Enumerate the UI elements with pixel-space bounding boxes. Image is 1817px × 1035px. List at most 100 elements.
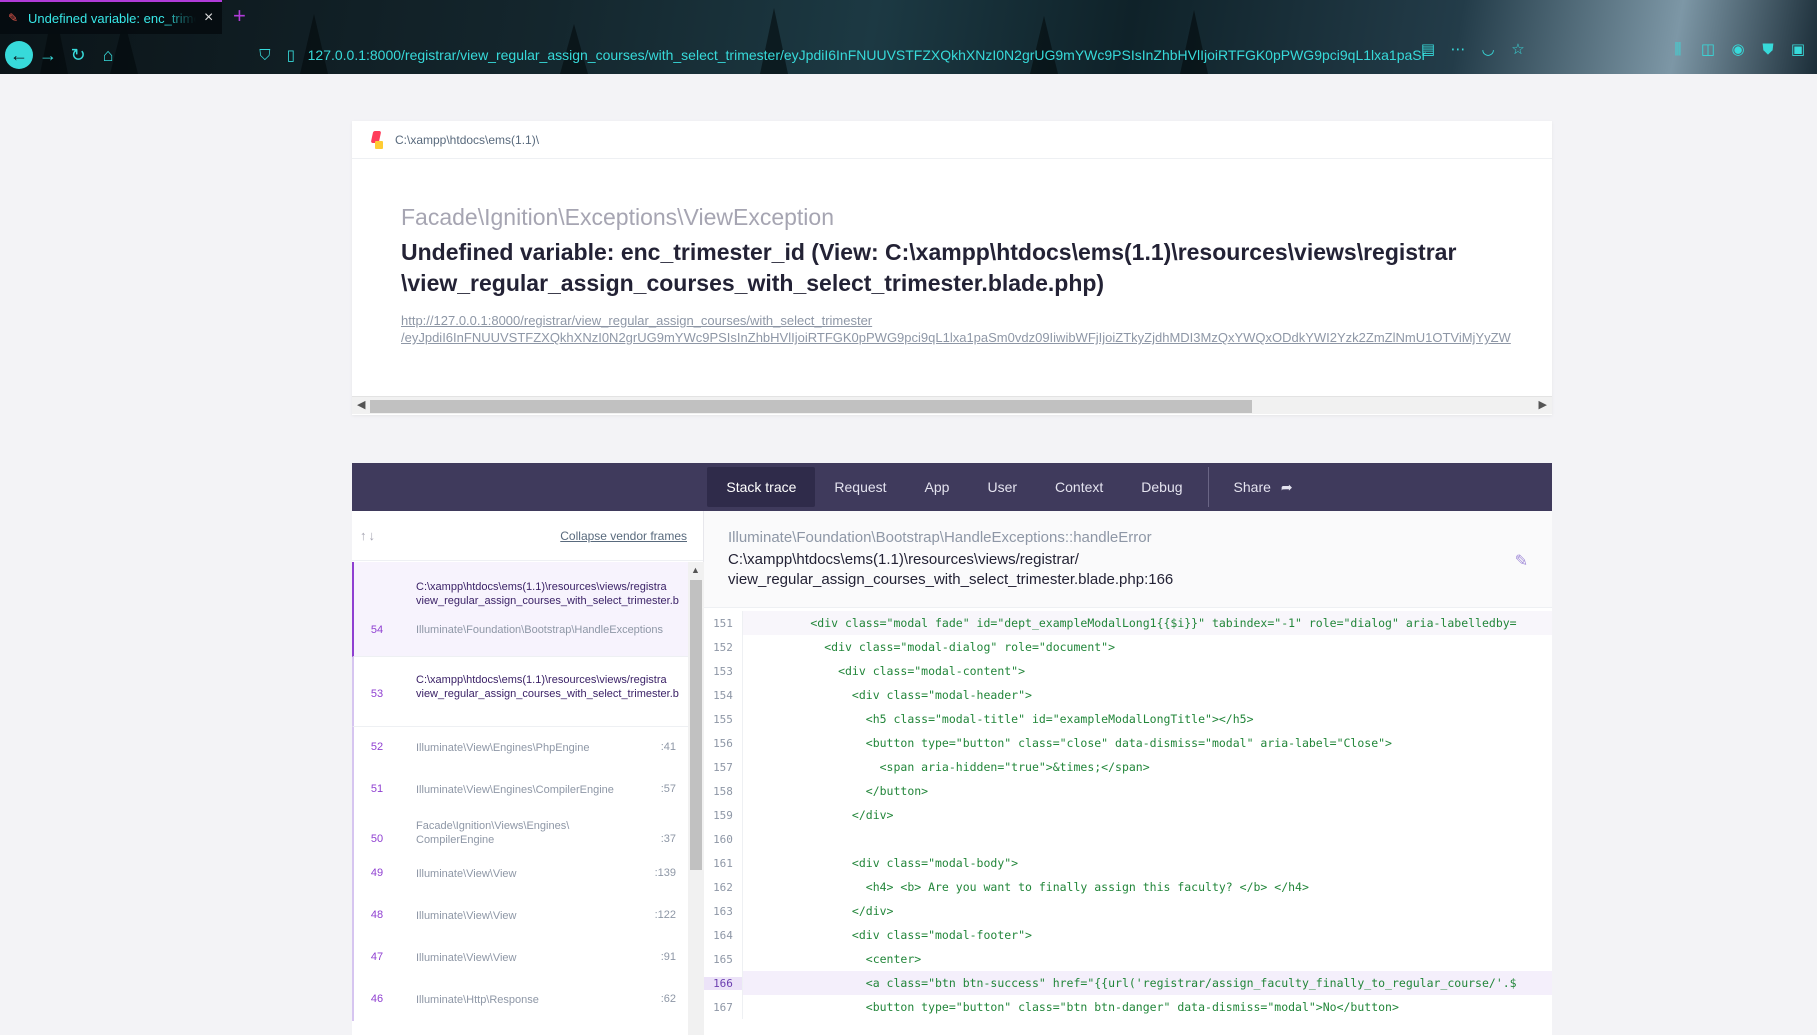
pocket-icon[interactable]: ◡	[1479, 40, 1497, 58]
code-line: 160	[704, 827, 1552, 851]
frame-line: :139	[654, 867, 676, 879]
request-url[interactable]: http://127.0.0.1:8000/registrar/view_reg…	[401, 312, 1552, 346]
line-number: 167	[713, 1000, 733, 1014]
frame-number: 54	[370, 624, 384, 636]
horizontal-scrollbar[interactable]: ◀ ▶	[352, 396, 1552, 414]
code-text: <div class="modal-footer">	[742, 923, 1552, 947]
project-path: C:\xampp\htdocs\ems(1.1)\	[395, 132, 540, 147]
forward-arrow-icon[interactable]: →	[33, 40, 63, 70]
code-line: 152 <div class="modal-dialog" role="docu…	[704, 635, 1552, 659]
code-text: <span aria-hidden="true">&times;</span>	[742, 755, 1552, 779]
code-line: 167 <button type="button" class="btn btn…	[704, 995, 1552, 1019]
home-icon[interactable]: ⌂	[93, 40, 123, 70]
code-line: 153 <div class="modal-content">	[704, 659, 1552, 683]
request-url-line2[interactable]: /eyJpdiI6InFNUUVSTFZXQkhXNzI0N2grUG9mYWc…	[401, 329, 1552, 346]
sidebar-icon[interactable]: ◫	[1699, 40, 1717, 58]
stack-frame[interactable]: 49 Illuminate\View\View :139	[352, 853, 688, 895]
browser-tab[interactable]: ✎ Undefined variable: enc_trimester_id ×	[0, 0, 222, 34]
scrollbar-thumb[interactable]	[370, 400, 1252, 413]
file-directory: C:\xampp\htdocs\ems(1.1)\resources\views…	[728, 551, 1079, 568]
stack-frame[interactable]: C:\xampp\htdocs\ems(1.1)\resources\views…	[352, 562, 688, 657]
frame-navigation-arrows-icon[interactable]: ↑↓	[360, 528, 377, 543]
account-icon[interactable]: ◉	[1729, 40, 1747, 58]
line-number: 163	[713, 904, 733, 918]
frame-line: :62	[660, 993, 676, 1005]
scroll-up-icon[interactable]: ▲	[691, 565, 700, 575]
library-icon[interactable]: ⫼	[1669, 41, 1687, 58]
frame-number: 48	[370, 909, 384, 921]
frame-file-name: view_regular_assign_courses_with_select_…	[416, 595, 679, 607]
line-number: 166	[704, 976, 742, 990]
request-url-line1[interactable]: http://127.0.0.1:8000/registrar/view_reg…	[401, 312, 1552, 329]
stack-frame[interactable]: 47 Illuminate\View\View :91	[352, 937, 688, 979]
tab-context[interactable]: Context	[1036, 467, 1122, 507]
stack-frame[interactable]: 52 Illuminate\View\Engines\PhpEngine :41	[352, 727, 688, 769]
frames-panel: ↑↓ Collapse vendor frames C:\xampp\htdoc…	[352, 511, 704, 1035]
code-pane: Illuminate\Foundation\Bootstrap\HandleEx…	[704, 511, 1552, 1035]
code-text: <div class="modal-content">	[742, 659, 1552, 683]
stack-frame[interactable]: 51 Illuminate\View\Engines\CompilerEngin…	[352, 769, 688, 811]
share-button[interactable]: Share ➦	[1215, 467, 1312, 507]
stack-frame[interactable]: 46 Illuminate\Http\Response :62	[352, 979, 688, 1021]
scroll-right-icon[interactable]: ▶	[1539, 398, 1547, 411]
frame-file-name: view_regular_assign_courses_with_select_…	[416, 688, 679, 700]
stack-trace-panel: ↑↓ Collapse vendor frames C:\xampp\htdoc…	[352, 511, 1552, 1035]
frames-scrollbar[interactable]: ▲	[688, 562, 704, 1035]
tab-debug[interactable]: Debug	[1122, 467, 1201, 507]
page-icon: ▯	[286, 47, 295, 64]
back-arrow-icon[interactable]: ←	[5, 41, 33, 69]
tab-request[interactable]: Request	[815, 467, 905, 507]
frame-number: 51	[370, 783, 384, 795]
scroll-left-icon[interactable]: ◀	[357, 398, 365, 411]
line-number: 164	[713, 928, 733, 942]
addon-badge-icon[interactable]: ▣	[1789, 40, 1807, 58]
code-text: <a class="btn btn-success" href="{{url('…	[742, 971, 1552, 995]
url-text[interactable]: 127.0.0.1:8000/registrar/view_regular_as…	[308, 47, 1426, 63]
stack-frame[interactable]: Facade\Ignition\Views\Engines\ CompilerE…	[352, 811, 688, 853]
address-bar[interactable]: ⛉ ▯ 127.0.0.1:8000/registrar/view_regula…	[256, 40, 1426, 70]
tab-app[interactable]: App	[906, 467, 969, 507]
shield-icon[interactable]: ⛉	[256, 47, 274, 64]
frame-file: C:\xampp\htdocs\ems(1.1)\resources\views…	[416, 674, 667, 686]
code-text: <button type="button" class="btn btn-dan…	[742, 995, 1552, 1019]
code-text: <h4> <b> Are you want to finally assign …	[742, 875, 1552, 899]
code-text: <div class="modal-header">	[742, 683, 1552, 707]
frame-class: Illuminate\View\Engines\PhpEngine	[416, 742, 590, 754]
line-number: 154	[713, 688, 733, 702]
bookmark-star-icon[interactable]: ☆	[1509, 40, 1527, 58]
tab-user[interactable]: User	[968, 467, 1036, 507]
code-line: 166 <a class="btn btn-success" href="{{u…	[704, 971, 1552, 995]
edit-pencil-icon[interactable]: ✎	[1515, 551, 1528, 571]
code-line: 162 <h4> <b> Are you want to finally ass…	[704, 875, 1552, 899]
frame-class: Illuminate\Foundation\Bootstrap\HandleEx…	[416, 624, 664, 636]
more-actions-icon[interactable]: ⋯	[1449, 40, 1467, 58]
code-line: 165 <center>	[704, 947, 1552, 971]
line-number: 161	[713, 856, 733, 870]
frame-class-path: Illuminate\Foundation\Bootstrap\HandleEx…	[728, 529, 1528, 546]
method-name: ::handleError	[1064, 529, 1152, 546]
collapse-vendor-frames-link[interactable]: Collapse vendor frames	[560, 529, 687, 543]
new-tab-icon[interactable]: +	[233, 5, 246, 27]
code-line: 164 <div class="modal-footer">	[704, 923, 1552, 947]
scrollbar-thumb[interactable]	[690, 580, 702, 870]
code-line: 163 </div>	[704, 899, 1552, 923]
error-favicon-icon: ✎	[8, 11, 19, 25]
code-text: <h5 class="modal-title" id="exampleModal…	[742, 707, 1552, 731]
ignition-logo-icon	[370, 131, 383, 149]
frame-class: Illuminate\Http\Response	[416, 994, 539, 1006]
frame-class: Facade\Ignition\Views\Engines\	[416, 820, 570, 832]
error-header-card: C:\xampp\htdocs\ems(1.1)\ Facade\Ignitio…	[352, 121, 1552, 415]
class-path: Illuminate\Foundation\Bootstrap\HandleEx…	[728, 529, 1065, 546]
frames-list: C:\xampp\htdocs\ems(1.1)\resources\views…	[352, 562, 688, 1035]
reader-view-icon[interactable]: ▤	[1419, 40, 1437, 58]
frame-file: C:\xampp\htdocs\ems(1.1)\resources\views…	[416, 581, 667, 593]
stack-frame[interactable]: C:\xampp\htdocs\ems(1.1)\resources\views…	[352, 657, 688, 727]
close-tab-icon[interactable]: ×	[204, 10, 213, 26]
code-text: </button>	[742, 779, 1552, 803]
extension-shield-icon[interactable]: ⛊	[1759, 41, 1777, 58]
code-text: <button type="button" class="close" data…	[742, 731, 1552, 755]
tab-stack-trace[interactable]: Stack trace	[707, 467, 816, 507]
line-number: 156	[713, 736, 733, 750]
stack-frame[interactable]: 48 Illuminate\View\View :122	[352, 895, 688, 937]
reload-icon[interactable]: ↻	[63, 40, 93, 70]
